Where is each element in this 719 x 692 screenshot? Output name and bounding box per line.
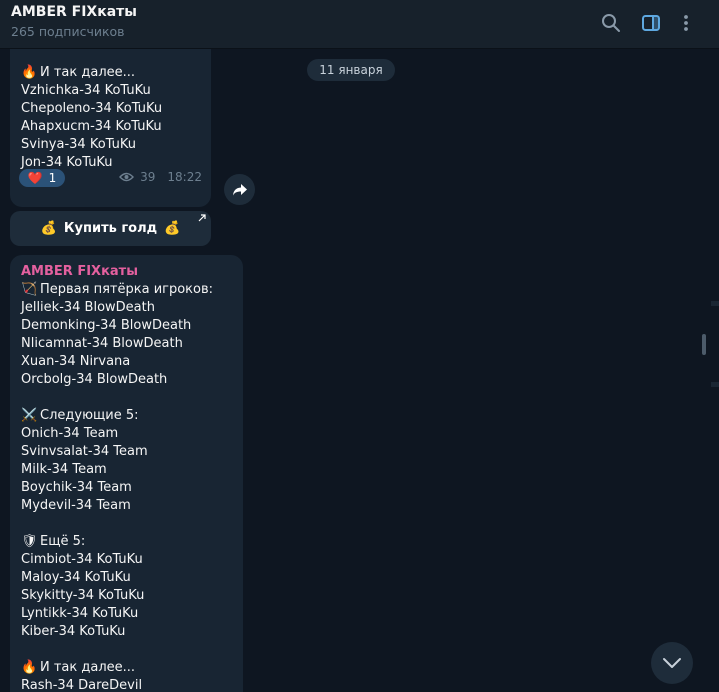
shield-icon: 🛡 bbox=[21, 534, 38, 549]
message-time: 18:22 bbox=[167, 170, 202, 184]
message-line: Xuan-34 Nirvana bbox=[21, 354, 131, 369]
sidebar-toggle-icon[interactable] bbox=[637, 9, 665, 37]
external-link-icon bbox=[198, 214, 206, 222]
message-line: Mydevil-34 Team bbox=[21, 498, 131, 513]
message-line: Onich-34 Team bbox=[21, 426, 119, 441]
message-line: Rash-34 DareDevil bbox=[21, 678, 143, 692]
message-line: Lyntikk-34 KoTuKu bbox=[21, 606, 139, 621]
button-label: Купить голд bbox=[63, 221, 158, 236]
message-line: Maloy-34 KoTuKu bbox=[21, 570, 131, 585]
search-icon[interactable] bbox=[597, 9, 625, 37]
scrollbar-track[interactable] bbox=[700, 49, 707, 692]
message-line: Orcbolg-34 BlowDeath bbox=[21, 372, 168, 387]
eye-icon bbox=[119, 172, 135, 182]
reaction-count: 1 bbox=[48, 171, 57, 185]
message-line: 🔥 И так далее... bbox=[21, 65, 136, 80]
scroll-down-button[interactable] bbox=[651, 642, 693, 684]
side-divider bbox=[711, 301, 719, 306]
message-bubble: AMBER FIXкаты 🏹 Первая пятёрка игроков: J… bbox=[10, 255, 243, 692]
reaction-heart[interactable]: ❤️ 1 bbox=[19, 169, 65, 187]
message-bubble: 🔥 И так далее... Vzhichka-34 KoTuKu Chepo… bbox=[10, 49, 211, 207]
message-line: Svinvsalat-34 Team bbox=[21, 444, 148, 459]
message-author[interactable]: AMBER FIXкаты bbox=[21, 263, 213, 281]
message-line: Kiber-34 KoTuKu bbox=[21, 624, 126, 639]
message-meta: 39 18:22 bbox=[119, 170, 202, 184]
message-line: Demonking-34 BlowDeath bbox=[21, 318, 192, 333]
message-line: Boychik-34 Team bbox=[21, 480, 132, 495]
chat-header: AMBER FIXкаты 265 подписчиков bbox=[0, 0, 719, 49]
message-line: Vzhichka-34 KoTuKu bbox=[21, 83, 151, 98]
crossed-swords-icon: ⚔️ bbox=[21, 408, 38, 423]
heart-icon: ❤️ bbox=[27, 171, 43, 185]
fire-icon: 🔥 bbox=[21, 660, 38, 675]
buy-gold-button[interactable]: 💰 Купить голд 💰 bbox=[10, 211, 211, 246]
date-separator: 11 января bbox=[307, 59, 395, 81]
subscriber-count: 265 подписчиков bbox=[11, 24, 125, 39]
message-line: 🛡 Ещё 5: bbox=[21, 534, 86, 549]
message-line: Nlicamnat-34 BlowDeath bbox=[21, 336, 183, 351]
scrollbar-thumb[interactable] bbox=[702, 334, 706, 355]
bow-arrow-icon: 🏹 bbox=[21, 282, 38, 297]
message-line: Cimbiot-34 KoTuKu bbox=[21, 552, 143, 567]
more-vertical-icon[interactable] bbox=[672, 9, 700, 37]
message-list[interactable]: 🔥 И так далее... Vzhichka-34 KoTuKu Chepo… bbox=[0, 49, 719, 692]
share-icon bbox=[232, 183, 247, 195]
message-line: ⚔️ Следующие 5: bbox=[21, 408, 139, 423]
message-line: 🏹 Первая пятёрка игроков: bbox=[21, 282, 214, 297]
message-line: Jelliek-34 BlowDeath bbox=[21, 300, 155, 315]
message-line: Ahapxucm-34 KoTuKu bbox=[21, 119, 162, 134]
message-line: Skykitty-34 KoTuKu bbox=[21, 588, 145, 603]
money-bag-icon: 💰 bbox=[164, 221, 181, 236]
fire-icon: 🔥 bbox=[21, 65, 38, 80]
message-line: Chepoleno-34 KoTuKu bbox=[21, 101, 163, 116]
channel-title[interactable]: AMBER FIXкаты bbox=[11, 4, 137, 20]
message-line: Milk-34 Team bbox=[21, 462, 107, 477]
view-count: 39 bbox=[140, 170, 156, 184]
side-divider bbox=[711, 382, 719, 387]
chevron-down-icon bbox=[663, 658, 681, 668]
message-line: 🔥 И так далее... bbox=[21, 660, 136, 675]
money-bag-icon: 💰 bbox=[40, 221, 57, 236]
message-line: Svinya-34 KoTuKu bbox=[21, 137, 136, 152]
share-button[interactable] bbox=[224, 174, 255, 205]
